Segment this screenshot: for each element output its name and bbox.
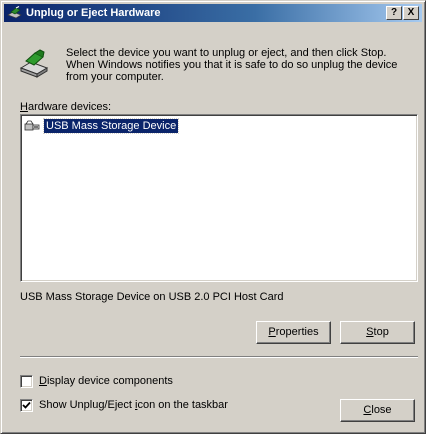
show-icon-label-pre: Show Unplug/Eject bbox=[39, 399, 135, 411]
show-taskbar-icon-checkbox[interactable] bbox=[20, 399, 33, 412]
close-button[interactable]: Close bbox=[340, 399, 415, 422]
instruction-text: Select the device you want to unplug or … bbox=[66, 47, 398, 83]
properties-label-rest: roperties bbox=[275, 326, 319, 338]
unplug-eject-dialog: Unplug or Eject Hardware ? X Select the … bbox=[0, 0, 426, 434]
properties-button[interactable]: Properties bbox=[256, 321, 331, 344]
device-name: USB Mass Storage Device bbox=[42, 118, 180, 134]
close-label-rest: lose bbox=[371, 404, 392, 416]
stop-label-rest: top bbox=[373, 326, 389, 338]
unplug-hardware-icon bbox=[7, 6, 22, 19]
hardware-devices-accel: H bbox=[20, 101, 28, 113]
usb-plug-icon bbox=[24, 120, 40, 131]
stop-button[interactable]: Stop bbox=[340, 321, 415, 344]
display-components-label-rest: isplay device components bbox=[46, 375, 173, 387]
divider bbox=[20, 356, 418, 358]
hardware-devices-label-rest: ardware devices: bbox=[27, 101, 112, 113]
stop-accel: S bbox=[366, 326, 374, 338]
show-icon-label-post: con on the taskbar bbox=[137, 399, 228, 411]
close-window-button[interactable]: X bbox=[403, 6, 419, 20]
display-components-accel: D bbox=[39, 375, 47, 387]
properties-accel: P bbox=[268, 326, 276, 338]
check-mark-icon bbox=[22, 401, 31, 409]
display-components-checkbox[interactable] bbox=[20, 375, 33, 388]
selected-device-description: USB Mass Storage Device on USB 2.0 PCI H… bbox=[20, 291, 284, 303]
help-button[interactable]: ? bbox=[386, 6, 402, 20]
display-components-label: Display device components bbox=[39, 375, 173, 388]
hardware-devices-label: Hardware devices: bbox=[20, 101, 111, 113]
window-title: Unplug or Eject Hardware bbox=[26, 7, 161, 19]
eject-hardware-icon bbox=[19, 49, 49, 78]
hardware-devices-list[interactable]: USB Mass Storage Device bbox=[20, 114, 418, 282]
show-taskbar-icon-label: Show Unplug/Eject icon on the taskbar bbox=[39, 399, 228, 412]
title-bar[interactable]: Unplug or Eject Hardware ? X bbox=[4, 4, 422, 22]
